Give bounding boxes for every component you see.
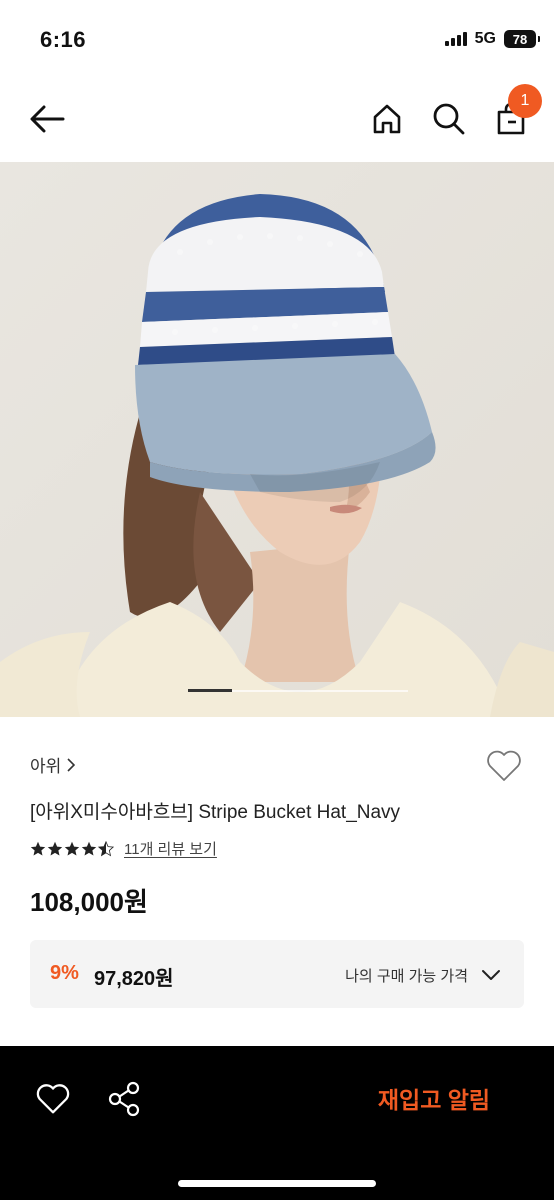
status-bar: 6:16 5G 78 [0, 0, 554, 80]
home-icon [373, 104, 401, 134]
star-icon [30, 841, 46, 856]
member-price: 97,820원 [94, 968, 174, 990]
rating-row: 11개 리뷰 보기 [30, 838, 217, 859]
network-type: 5G [474, 30, 496, 47]
discount-rate: 9% [50, 962, 79, 984]
status-indicators: 5G 78 [444, 30, 540, 48]
brand-link[interactable]: 아위 [30, 752, 76, 777]
back-arrow-icon [30, 105, 65, 133]
search-button[interactable] [428, 96, 470, 142]
brand-name: 아위 [30, 757, 62, 776]
wishlist-button[interactable] [484, 746, 524, 786]
share-icon [108, 1081, 140, 1117]
bottom-action-bar: 재입고 알림 [0, 1046, 554, 1200]
review-link[interactable]: 11개 리뷰 보기 [124, 838, 217, 859]
back-button[interactable] [24, 96, 70, 142]
top-nav [0, 80, 554, 162]
signal-icon [444, 32, 467, 46]
rating-stars [30, 840, 114, 857]
search-icon [433, 103, 465, 135]
battery-icon: 78 [504, 30, 540, 48]
heart-icon [36, 1084, 70, 1114]
home-button[interactable] [366, 96, 408, 142]
restock-alert-button[interactable]: 재입고 알림 [344, 1074, 524, 1122]
member-price-label: 나의 구매 가능 가격 [345, 968, 468, 985]
battery-level: 78 [512, 31, 528, 47]
heart-icon [487, 750, 521, 781]
star-icon [47, 841, 63, 856]
chevron-down-icon [482, 970, 500, 980]
product-image[interactable] [0, 162, 554, 717]
member-price-box[interactable]: 9% 97,820원 나의 구매 가능 가격 [30, 940, 524, 1008]
bottom-wishlist-button[interactable] [34, 1080, 72, 1118]
status-time: 6:16 [40, 27, 87, 52]
product-photo [0, 162, 554, 717]
home-indicator [178, 1180, 376, 1187]
cart-count-badge: 1 [508, 84, 542, 118]
star-half-icon [98, 840, 114, 856]
star-icon [64, 841, 80, 856]
product-title: [아위X미수아바흐브] Stripe Bucket Hat_Navy [30, 802, 401, 823]
chevron-right-icon [67, 757, 76, 772]
product-price: 108,000원 [30, 887, 148, 917]
share-button[interactable] [106, 1080, 144, 1118]
star-icon [81, 841, 97, 856]
